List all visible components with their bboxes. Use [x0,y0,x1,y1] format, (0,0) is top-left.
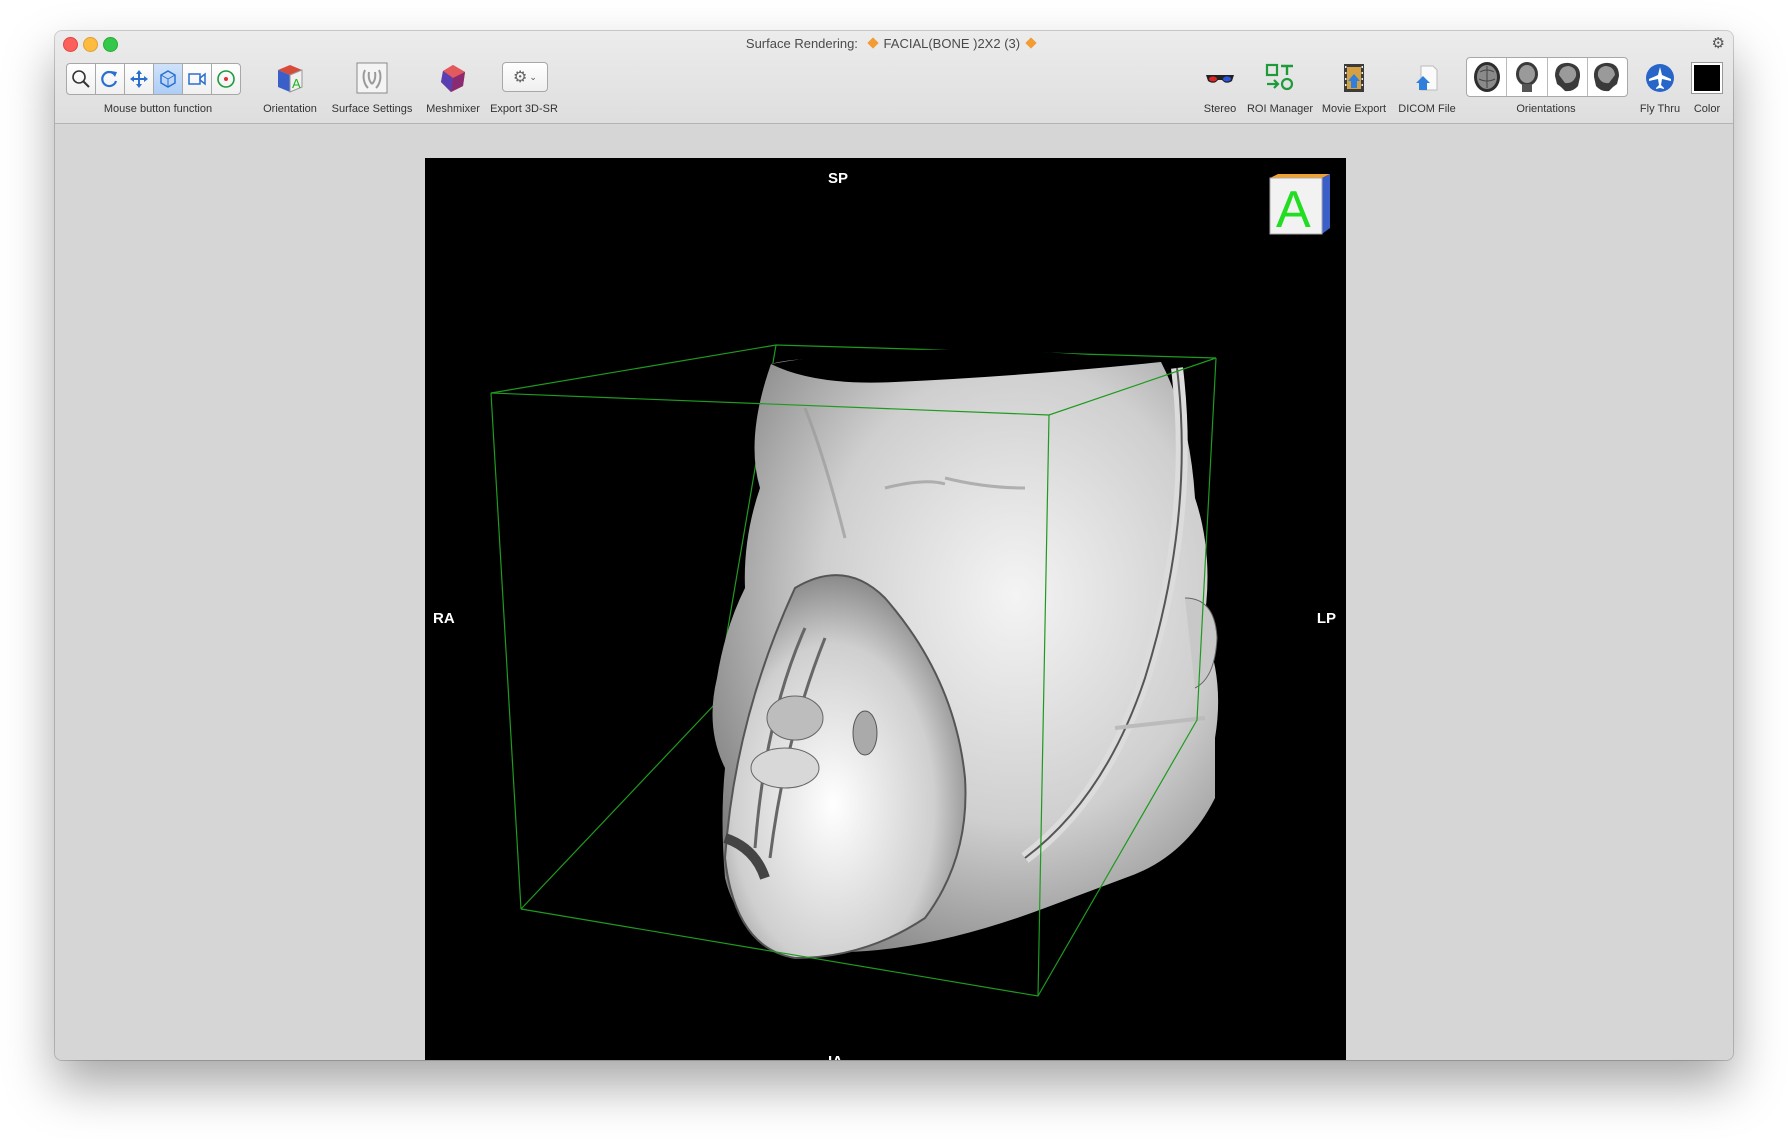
orientation-label-bottom: IA [828,1053,843,1060]
oblique-orientation-button[interactable] [1588,58,1627,96]
camera-icon [188,72,206,86]
orientation-label: Orientation [263,103,317,115]
zoom-tool-button[interactable] [66,63,96,95]
fly-thru-label: Fly Thru [1639,103,1681,115]
stereo-label: Stereo [1203,103,1237,115]
head-surface-render [712,349,1219,960]
gear-icon: ⚙ [513,69,528,86]
pan-tool-button[interactable] [124,63,154,95]
stereo-button[interactable] [1203,61,1237,95]
pan-icon [130,70,148,88]
orientations-control [1466,57,1628,97]
roi-manager-button[interactable] [1263,61,1297,95]
color-swatch [1692,63,1722,93]
center-target-tool-button[interactable] [211,63,241,95]
diamond-icon [866,37,879,49]
roi-manager-label: ROI Manager [1246,103,1314,115]
3d-rotate-tool-button[interactable] [153,63,183,95]
meshmixer-label: Meshmixer [426,103,480,115]
movie-export-button[interactable] [1337,61,1371,95]
gear-icon[interactable]: ⚙ [1712,34,1725,52]
rotate-tool-button[interactable] [95,63,125,95]
content-area: A SP IA RA LP X [55,124,1733,1060]
export-3d-sr-label: Export 3D-SR [490,103,558,115]
orientation-label-left: RA [433,610,455,627]
toolbar: Surface Rendering: FACIAL(BONE )2X2 (3) … [55,31,1733,124]
mouse-button-function-control [66,63,241,95]
series-name: FACIAL(BONE )2X2 (3) [883,36,1021,51]
rotate-icon [101,70,118,88]
orientation-cube-icon[interactable]: A [1264,172,1334,242]
coronal-head-icon [1515,62,1538,92]
orientation-cube-icon: A [278,65,303,93]
surface-settings-button[interactable] [355,61,389,95]
roi-manager-icon [1265,63,1294,91]
cube-letter: A [1276,181,1311,239]
surface-rendering-viewport[interactable]: A SP IA RA LP X [425,158,1346,1060]
zoom-icon [72,70,90,88]
orientation-button[interactable]: A [273,61,307,95]
dicom-file-button[interactable] [1410,61,1444,95]
stereo-glasses-icon [1206,75,1234,83]
3d-rotate-icon [160,70,176,88]
dicom-file-label: DICOM File [1398,103,1456,115]
axial-orientation-button[interactable] [1467,58,1508,96]
airplane-icon [1646,64,1674,92]
camera-tool-button[interactable] [182,63,212,95]
surface-settings-label: Surface Settings [331,103,413,115]
diamond-icon [1025,37,1037,49]
orientations-label: Orientations [1516,103,1576,115]
axial-brain-icon [1473,62,1500,92]
dicom-file-icon [1416,65,1438,91]
orientation-label-right: LP [1316,610,1336,627]
window-title: Surface Rendering: FACIAL(BONE )2X2 (3) [55,36,1733,51]
orientation-label-top: SP [828,170,849,187]
color-button[interactable] [1690,61,1724,95]
color-label: Color [1693,103,1721,115]
surface-settings-icon [356,62,388,94]
center-target-icon [217,70,235,88]
surface-rendering-window: Surface Rendering: FACIAL(BONE )2X2 (3) … [55,31,1733,1060]
meshmixer-button[interactable] [436,61,470,95]
movie-export-label: Movie Export [1321,103,1387,115]
sagittal-head-icon [1555,62,1581,92]
export-3d-sr-button[interactable]: ⚙ ⌄ [502,62,548,92]
meshmixer-icon [441,65,465,92]
title-prefix: Surface Rendering: [745,36,858,51]
movie-export-icon [1344,64,1364,92]
svg-text:A: A [292,76,301,91]
sagittal-orientation-button[interactable] [1548,58,1588,96]
fly-thru-button[interactable] [1643,61,1677,95]
chevron-down-icon: ⌄ [529,71,537,82]
mouse-button-function-label: Mouse button function [103,103,213,115]
rendering-canvas[interactable] [425,158,1346,1060]
sagittal-head-alt-icon [1594,62,1620,92]
coronal-orientation-button[interactable] [1507,58,1548,96]
